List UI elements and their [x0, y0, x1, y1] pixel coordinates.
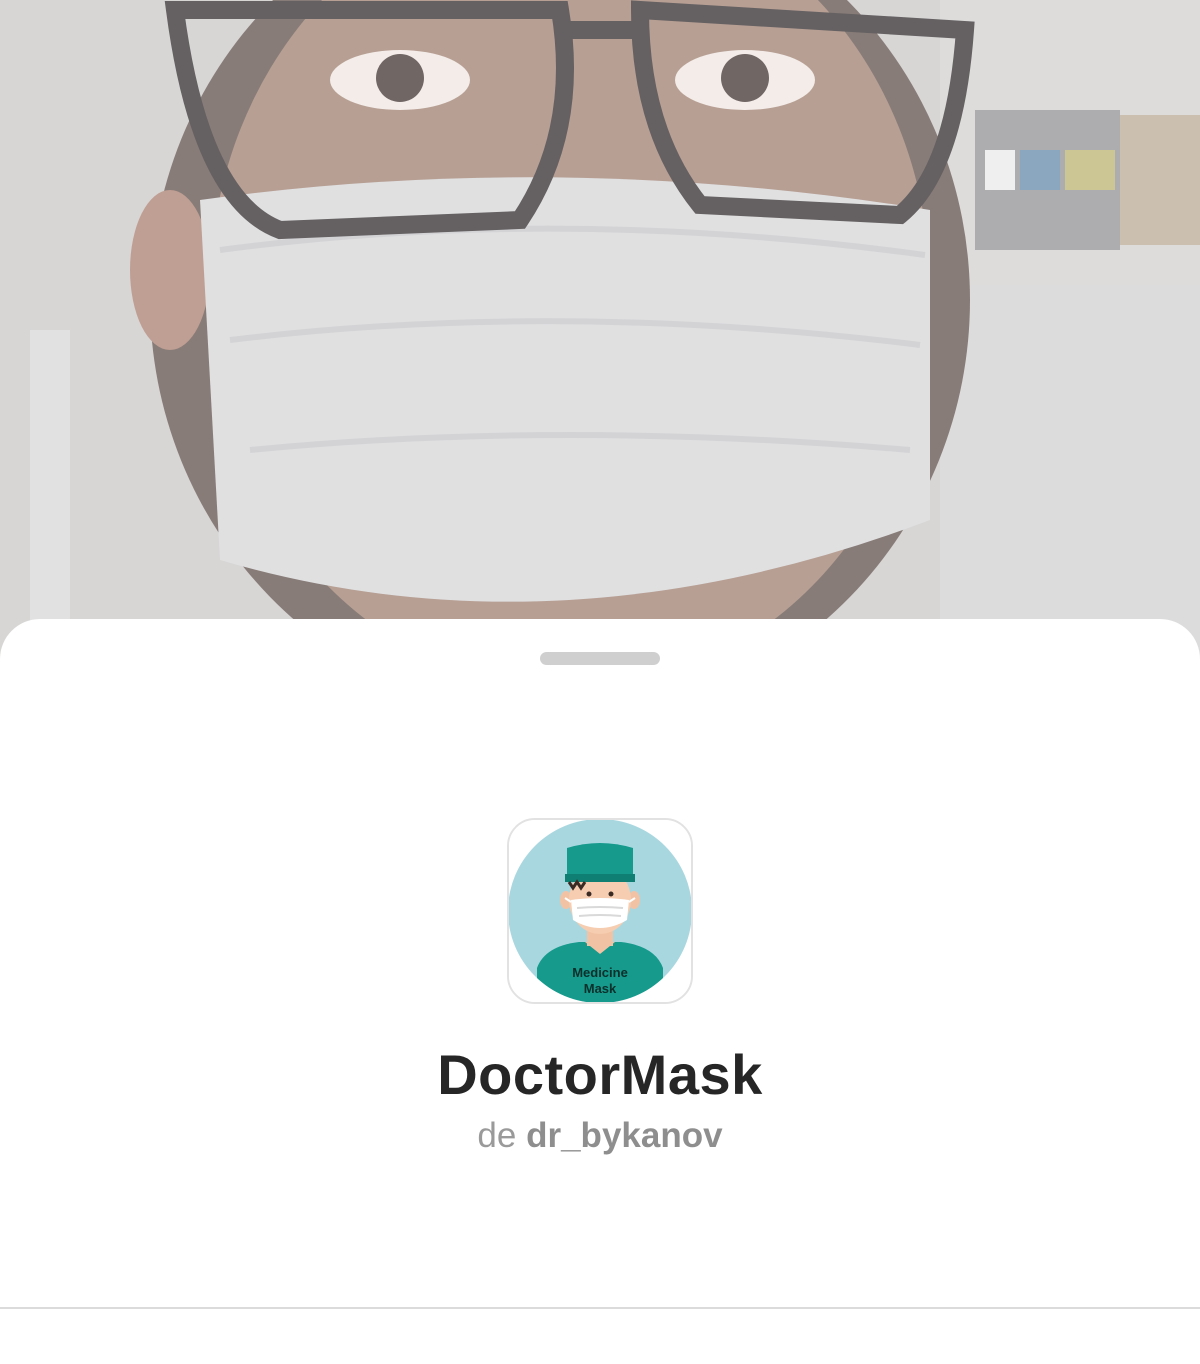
effect-title: DoctorMask [437, 1043, 763, 1106]
effect-icon-graphic: Medicine Mask [509, 820, 691, 1002]
effect-creator: de dr_bykanov [0, 1116, 1200, 1156]
camera-preview-image [0, 0, 1200, 680]
divider [0, 1307, 1200, 1309]
doctor-mask-icon: Medicine Mask [507, 818, 693, 1004]
drag-handle[interactable] [540, 652, 660, 665]
icon-label-line2: Mask [584, 981, 617, 996]
creator-prefix: de [477, 1116, 517, 1155]
effect-preview-screen: Medicine Mask DoctorMask de dr_bykanov [0, 0, 1200, 1364]
effect-info-sheet: Medicine Mask DoctorMask de dr_bykanov [0, 619, 1200, 1364]
creator-name-link[interactable]: dr_bykanov [526, 1116, 722, 1155]
icon-label-line1: Medicine [572, 965, 628, 980]
camera-preview[interactable] [0, 0, 1200, 680]
